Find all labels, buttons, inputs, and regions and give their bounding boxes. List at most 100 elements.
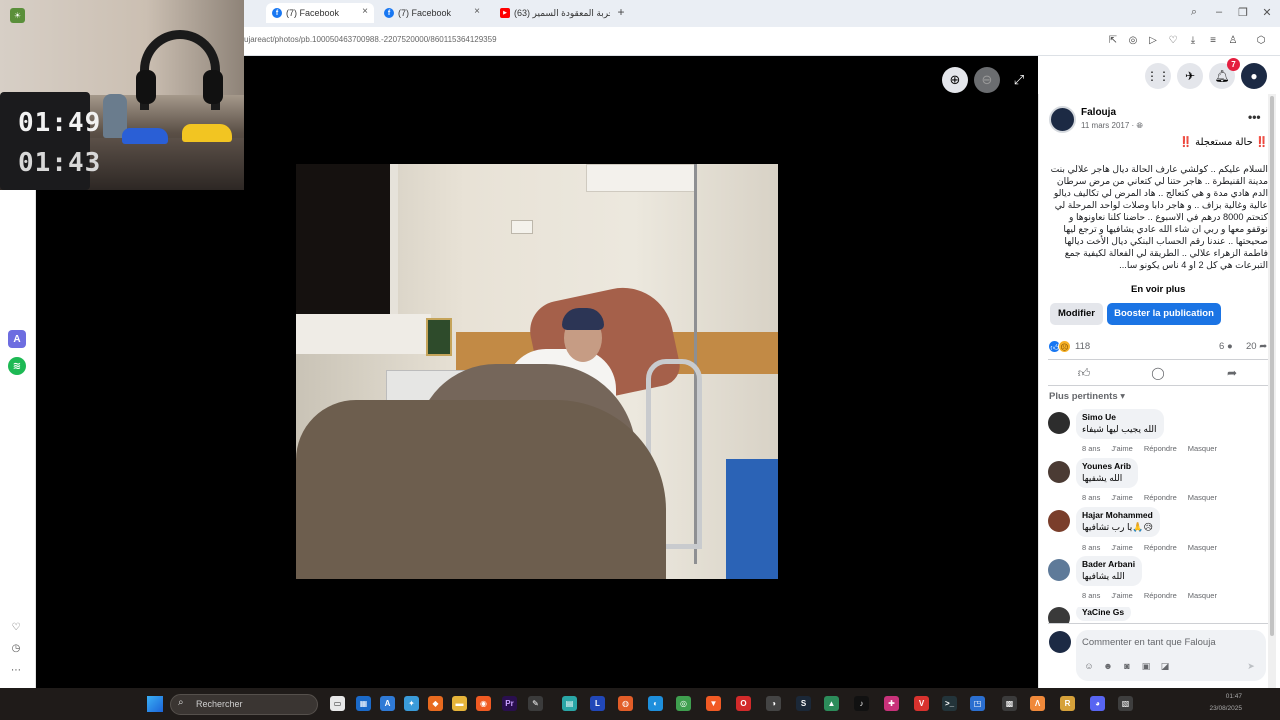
close-tab-icon[interactable]: × <box>362 6 368 17</box>
brave-icon[interactable]: ▼ <box>706 696 721 711</box>
tiktok-icon[interactable]: ♪ <box>854 696 869 711</box>
widgets-icon[interactable]: ☀ <box>10 8 25 23</box>
taskbar-app-icon[interactable]: ▧ <box>1118 696 1133 711</box>
post-author[interactable]: Falouja <box>1081 107 1116 118</box>
taskbar-app-icon[interactable]: ◆ <box>428 696 443 711</box>
post-date[interactable]: 11 mars 2017 · 🌐︎ <box>1081 121 1143 131</box>
tab-youtube[interactable]: ▶ (63) تجربة المعقودة السمير <box>494 3 610 23</box>
taskbar-app-icon[interactable]: ▲ <box>824 696 839 711</box>
send-icon[interactable]: ➤ <box>1245 660 1257 672</box>
menu-list-icon[interactable]: ≡ <box>1207 35 1219 47</box>
comment-like[interactable]: J'aime <box>1111 493 1132 502</box>
taskbar-app-icon[interactable]: ▩ <box>1002 696 1017 711</box>
start-button-icon[interactable] <box>147 696 163 712</box>
emoji-icon[interactable]: ☻ <box>1102 660 1114 672</box>
comment-reply[interactable]: Répondre <box>1144 591 1177 600</box>
author-avatar[interactable] <box>1049 106 1076 133</box>
comment-time[interactable]: 8 ans <box>1082 591 1100 600</box>
profile-icon[interactable]: ♙ <box>1227 35 1239 47</box>
sidebar-history-icon[interactable]: ◷ <box>9 642 23 656</box>
reactions-count[interactable]: 118 <box>1075 341 1090 352</box>
tab-facebook-1[interactable]: f (7) Facebook × <box>266 3 374 23</box>
comment-input-placeholder[interactable]: Commenter en tant que Falouja <box>1082 637 1216 648</box>
fullscreen-button[interactable]: ⤢ <box>1006 67 1032 93</box>
comment-like[interactable]: J'aime <box>1111 591 1132 600</box>
camera-icon[interactable]: ◙ <box>1121 660 1133 672</box>
taskbar-app-icon[interactable]: ◳ <box>970 696 985 711</box>
commenter-name[interactable]: Younes Arib <box>1082 461 1131 471</box>
taskbar-app-icon[interactable]: Λ <box>1030 696 1045 711</box>
maximize-icon[interactable]: ❐ <box>1236 6 1250 19</box>
comment-hide[interactable]: Masquer <box>1188 444 1217 453</box>
share-button-icon[interactable]: ➦ <box>1222 364 1242 382</box>
commenter-avatar[interactable] <box>1048 559 1070 581</box>
comment-time[interactable]: 8 ans <box>1082 493 1100 502</box>
scrollbar-thumb[interactable] <box>1270 96 1274 636</box>
comment-time[interactable]: 8 ans <box>1082 543 1100 552</box>
post-photo[interactable] <box>296 164 778 579</box>
commenter-name[interactable]: Hajar Mohammed <box>1082 510 1153 520</box>
extensions-icon[interactable]: ⬡ <box>1255 35 1267 47</box>
taskbar-app-icon[interactable]: ▦ <box>356 696 371 711</box>
gif-icon[interactable]: ▣ <box>1140 660 1152 672</box>
menu-grid-icon[interactable]: ⋮⋮ <box>1145 63 1171 89</box>
commenter-avatar[interactable] <box>1048 607 1070 623</box>
url-field[interactable]: ujareact/photos/pb.100050463700988.-2207… <box>244 35 497 44</box>
comment-time[interactable]: 8 ans <box>1082 444 1100 453</box>
opera-icon[interactable]: O <box>736 696 751 711</box>
comment-button-icon[interactable]: ◯ <box>1148 364 1168 382</box>
comment-sort-dropdown[interactable]: Plus pertinents ▾ <box>1049 391 1125 402</box>
taskbar-app-icon[interactable]: R <box>1060 696 1075 711</box>
comment-reply[interactable]: Répondre <box>1144 493 1177 502</box>
shares-count[interactable]: 20 ➦ <box>1246 341 1267 352</box>
taskbar-app-icon[interactable]: ✚ <box>884 696 899 711</box>
chrome-icon[interactable]: ◎ <box>676 696 691 711</box>
share-icon[interactable]: ⇱ <box>1107 35 1119 47</box>
comments-count[interactable]: 6 ● <box>1219 341 1233 352</box>
new-tab-button[interactable]: + <box>614 5 628 19</box>
minimize-icon[interactable]: – <box>1212 6 1226 18</box>
terminal-icon[interactable]: >_ <box>942 696 957 711</box>
taskbar-app-icon[interactable]: ▤ <box>562 696 577 711</box>
commenter-name[interactable]: YaCine Gs <box>1082 607 1124 617</box>
taskbar-app-icon[interactable]: ✦ <box>404 696 419 711</box>
file-explorer-icon[interactable]: ▬ <box>452 696 467 711</box>
taskbar-app-icon[interactable]: ◑ <box>766 696 781 711</box>
sidebar-more-icon[interactable]: ⋯ <box>9 664 23 678</box>
edit-button[interactable]: Modifier <box>1050 303 1103 325</box>
comment-like[interactable]: J'aime <box>1111 543 1132 552</box>
taskbar-app-icon[interactable]: ✎ <box>528 696 543 711</box>
close-tab-icon[interactable]: × <box>474 6 480 17</box>
like-button-icon[interactable]: 👍︎ <box>1074 364 1094 382</box>
avatar-sticker-icon[interactable]: ☺ <box>1083 660 1095 672</box>
premiere-icon[interactable]: Pr <box>502 696 517 711</box>
spotify-icon[interactable]: ≋ <box>8 357 26 375</box>
messenger-icon[interactable]: ✈ <box>1177 63 1203 89</box>
tab-facebook-2[interactable]: f (7) Facebook × <box>378 3 486 23</box>
comment-like[interactable]: J'aime <box>1111 444 1132 453</box>
more-options-icon[interactable]: ••• <box>1248 110 1261 124</box>
taskbar-app-icon[interactable]: A <box>380 696 395 711</box>
search-tabs-icon[interactable]: ⌕ <box>1187 6 1201 19</box>
taskbar-clock-date[interactable]: 23/08/2025 <box>1206 705 1242 712</box>
close-window-icon[interactable]: ✕ <box>1260 6 1274 19</box>
sidebar-favorites-icon[interactable]: ♡ <box>9 621 23 635</box>
boost-button[interactable]: Booster la publication <box>1107 303 1221 325</box>
favorites-icon[interactable]: ♡ <box>1167 35 1179 47</box>
comment-reply[interactable]: Répondre <box>1144 543 1177 552</box>
commenter-name[interactable]: Simo Ue <box>1082 412 1157 422</box>
taskbar-app-icon[interactable]: L <box>590 696 605 711</box>
comment-hide[interactable]: Masquer <box>1188 591 1217 600</box>
zoom-in-button[interactable]: ⊕ <box>942 67 968 93</box>
sticker-icon[interactable]: ◪ <box>1159 660 1171 672</box>
download-icon[interactable]: ⤓ <box>1187 35 1199 47</box>
zoom-out-button[interactable]: ⊖ <box>974 67 1000 93</box>
taskbar-app-icon[interactable]: ◉ <box>476 696 491 711</box>
comment-hide[interactable]: Masquer <box>1188 493 1217 502</box>
edge-icon[interactable]: ◐ <box>648 696 663 711</box>
vivaldi-icon[interactable]: V <box>914 696 929 711</box>
steam-icon[interactable]: S <box>796 696 811 711</box>
commenter-avatar[interactable] <box>1048 412 1070 434</box>
screenshot-icon[interactable]: ◎ <box>1127 35 1139 47</box>
play-icon[interactable]: ▷ <box>1147 35 1159 47</box>
